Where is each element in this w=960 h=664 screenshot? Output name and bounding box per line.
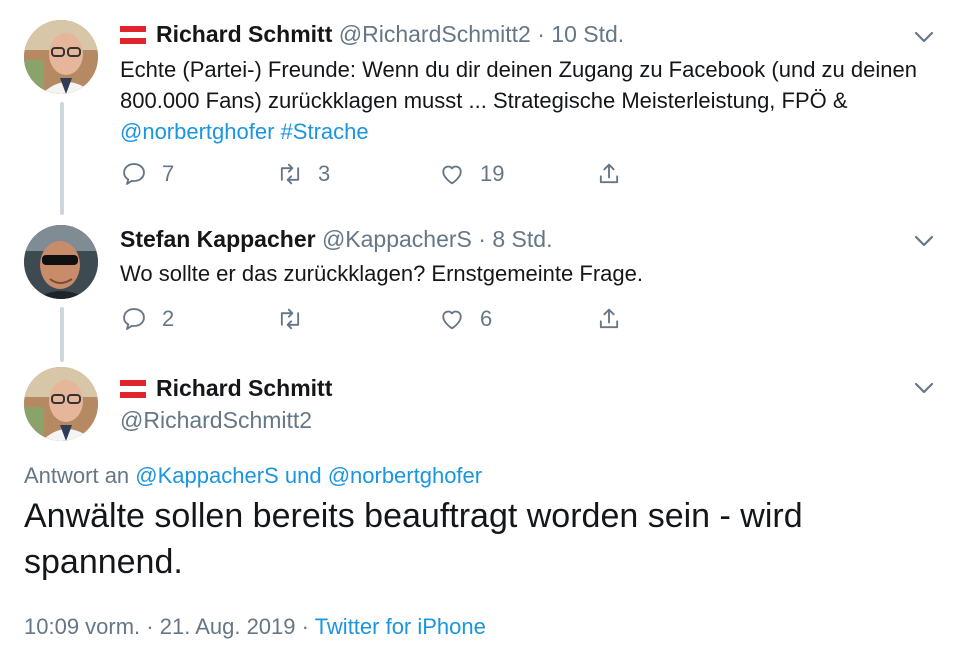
- tweet-1[interactable]: Richard Schmitt @RichardSchmitt2 · 10 St…: [0, 0, 960, 215]
- handle[interactable]: @RichardSchmitt2: [120, 407, 312, 433]
- chevron-down-icon[interactable]: [914, 30, 934, 44]
- focused-tweet: Richard Schmitt @RichardSchmitt2 Antwort…: [0, 362, 960, 664]
- reply-count: 2: [162, 306, 175, 331]
- timestamp[interactable]: 8 Std.: [492, 226, 552, 252]
- share-icon: [599, 163, 619, 184]
- tweet-meta: 10:09 vorm. · 21. Aug. 2019 · Twitter fo…: [24, 614, 486, 640]
- chevron-down-icon[interactable]: [914, 381, 934, 395]
- reply-to-and[interactable]: und: [285, 463, 322, 488]
- source-link[interactable]: Twitter for iPhone: [315, 614, 486, 639]
- tweet-2[interactable]: Stefan Kappacher @KappacherS · 8 Std. Wo…: [0, 215, 960, 362]
- display-name[interactable]: Richard Schmitt: [156, 375, 332, 401]
- austria-flag-icon: [120, 26, 146, 44]
- share-button[interactable]: [595, 305, 637, 333]
- tweet-text-plain: Echte (Partei-) Freunde: Wenn du dir dei…: [120, 57, 917, 113]
- author-name-row: Richard Schmitt: [120, 374, 332, 402]
- separator: ·: [301, 614, 309, 639]
- display-name[interactable]: Stefan Kappacher: [120, 226, 316, 252]
- speech-bubble-icon: [123, 163, 145, 185]
- heart-icon: [442, 310, 462, 330]
- reply-to-prefix: Antwort an: [24, 463, 130, 488]
- separator: ·: [478, 226, 486, 252]
- handle[interactable]: @KappacherS: [322, 226, 472, 252]
- reply-count: 7: [162, 161, 175, 186]
- retweet-icon: [280, 308, 300, 330]
- avatar-image: [24, 367, 98, 441]
- timestamp[interactable]: 10:09 vorm. · 21. Aug. 2019: [24, 614, 296, 639]
- like-count: 19: [480, 161, 505, 186]
- handle[interactable]: @RichardSchmitt2: [339, 21, 531, 47]
- thread-connector: [60, 307, 64, 362]
- avatar[interactable]: [24, 20, 98, 94]
- avatar-image: [24, 20, 98, 94]
- retweet-button[interactable]: [276, 305, 318, 333]
- speech-bubble-icon: [123, 308, 145, 330]
- like-button[interactable]: 19: [438, 160, 504, 188]
- reply-button[interactable]: 2: [120, 305, 174, 333]
- avatar[interactable]: [24, 225, 98, 299]
- tweet-text: Echte (Partei-) Freunde: Wenn du dir dei…: [120, 54, 940, 147]
- avatar-image: [24, 225, 98, 299]
- retweet-icon: [280, 163, 300, 185]
- like-count: 6: [480, 306, 493, 331]
- tweet-text: Wo sollte er das zurückklagen? Ernstgeme…: [120, 261, 643, 286]
- author-handle-row: @RichardSchmitt2: [120, 406, 312, 434]
- reply-button[interactable]: 7: [120, 160, 174, 188]
- tweet-text: Anwälte sollen bereits beauftragt worden…: [24, 497, 803, 581]
- chevron-down-icon[interactable]: [914, 234, 934, 248]
- avatar[interactable]: [24, 367, 98, 441]
- reply-context: Antwort an @KappacherS und @norbertghofe…: [24, 463, 482, 489]
- tweet-header: Stefan Kappacher @KappacherS · 8 Std.: [120, 225, 552, 253]
- share-button[interactable]: [595, 160, 637, 188]
- like-button[interactable]: 6: [438, 305, 492, 333]
- reply-to-mention-2[interactable]: @norbertghofer: [328, 463, 482, 488]
- share-icon: [599, 308, 619, 329]
- display-name[interactable]: Richard Schmitt: [156, 21, 332, 47]
- timestamp[interactable]: 10 Std.: [551, 21, 624, 47]
- hashtag-link[interactable]: #Strache: [281, 119, 369, 144]
- tweet-header: Richard Schmitt @RichardSchmitt2 · 10 St…: [120, 20, 624, 48]
- retweet-count: 3: [318, 161, 331, 186]
- thread-connector: [60, 102, 64, 215]
- separator: ·: [537, 21, 545, 47]
- heart-icon: [442, 165, 462, 185]
- reply-to-mention-1[interactable]: @KappacherS: [135, 463, 278, 488]
- austria-flag-icon: [120, 380, 146, 398]
- retweet-button[interactable]: 3: [276, 160, 330, 188]
- mention-link[interactable]: @norbertghofer: [120, 119, 274, 144]
